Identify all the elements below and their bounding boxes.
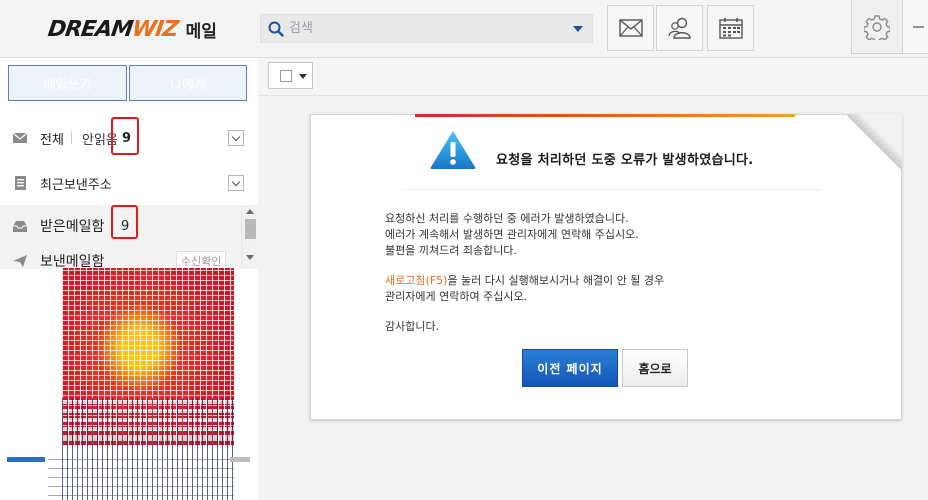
settings-button[interactable] bbox=[851, 0, 903, 54]
error-line: 요청하신 처리를 수행하던 중 에러가 발생하였습니다. bbox=[385, 212, 629, 225]
scroll-thumb[interactable] bbox=[245, 219, 256, 239]
warning-icon bbox=[430, 131, 476, 169]
inbox-icon bbox=[13, 221, 27, 232]
banner-text-artifacts bbox=[48, 454, 234, 500]
sidebar-item-label: 받은메일함 bbox=[40, 219, 105, 235]
search-options-dropdown-icon[interactable] bbox=[573, 26, 583, 32]
scroll-up-arrow-icon[interactable] bbox=[246, 209, 254, 214]
home-button[interactable]: 홈으로 bbox=[622, 349, 688, 387]
corrupted-banner-image bbox=[48, 268, 234, 500]
logo-mail-label: 메일 bbox=[185, 21, 217, 42]
progress-bar-left bbox=[7, 457, 45, 462]
calendar-button[interactable] bbox=[707, 5, 754, 51]
send-icon bbox=[13, 255, 27, 267]
search-input[interactable] bbox=[289, 18, 559, 39]
more-menu-button[interactable] bbox=[902, 0, 928, 54]
sidebar-item-label: 보낸메일함 bbox=[40, 254, 105, 269]
expand-recent-chevron-icon[interactable] bbox=[228, 175, 244, 191]
envelope-icon bbox=[12, 132, 28, 143]
error-line: 에러가 계속해서 발생하면 관리자에게 연락해 주십시오. bbox=[385, 228, 639, 241]
more-icon bbox=[913, 25, 924, 28]
sidebar-item-recent-recipients[interactable]: 최근보낸주소 bbox=[0, 169, 258, 197]
thanks-text: 감사합니다. bbox=[385, 320, 440, 333]
sidebar-item-sent[interactable]: 보낸메일함 수신확인 bbox=[0, 247, 258, 269]
logo-brand: DREAMWIZ bbox=[46, 17, 179, 42]
write-to-me-button[interactable]: 나에게 bbox=[129, 65, 247, 101]
logo-brand-wiz: WIZ bbox=[130, 16, 180, 42]
error-message: 요청하신 처리를 수행하던 중 에러가 발생하였습니다. 에러가 계속해서 발생… bbox=[385, 211, 664, 335]
calendar-icon bbox=[718, 18, 743, 39]
contacts-button[interactable] bbox=[656, 5, 703, 51]
mail-icon bbox=[618, 19, 643, 37]
error-dialog: 요청을 처리하던 도중 오류가 발생하였습니다. 요청하신 처리를 수행하던 중… bbox=[310, 114, 902, 420]
error-line: 불편을 끼쳐드려 죄송합니다. bbox=[385, 244, 517, 257]
progress-bar-right bbox=[230, 457, 250, 462]
highlight-inbox-count bbox=[111, 205, 138, 239]
document-list-icon bbox=[15, 176, 26, 190]
sidebar-item-label: 최근보낸주소 bbox=[40, 177, 112, 193]
error-divider bbox=[401, 189, 821, 190]
mail-toolbar bbox=[258, 58, 928, 96]
gear-icon bbox=[864, 14, 890, 40]
select-all-checkbox[interactable] bbox=[280, 70, 292, 82]
main-content: 요청을 처리하던 도중 오류가 발생하였습니다. 요청하신 처리를 수행하던 중… bbox=[258, 58, 928, 500]
sidebar-item-label: 전체 bbox=[40, 132, 64, 148]
expand-all-chevron-icon[interactable] bbox=[228, 130, 244, 146]
mail-button[interactable] bbox=[607, 5, 654, 51]
refresh-link[interactable]: 새로고침(F5) bbox=[385, 274, 447, 287]
sidebar-scrollbar[interactable] bbox=[241, 205, 258, 269]
dreamwiz-mail-logo[interactable]: DREAMWIZ 메일 bbox=[46, 14, 217, 44]
highlight-unread-count bbox=[111, 117, 139, 155]
error-title: 요청을 처리하던 도중 오류가 발생하였습니다. bbox=[496, 153, 754, 168]
select-all-dropdown[interactable] bbox=[268, 62, 313, 89]
error-line: 관리자에게 연락하여 주십시오. bbox=[385, 290, 528, 303]
error-line: 새로고침(F5)을 눌러 다시 실행해보시거나 해결이 안 될 경우 bbox=[385, 273, 664, 289]
compose-button[interactable]: 메일쓰기 bbox=[8, 65, 127, 101]
contacts-icon bbox=[667, 17, 691, 39]
scroll-down-arrow-icon[interactable] bbox=[246, 255, 254, 260]
error-accent-stripe bbox=[415, 114, 795, 117]
previous-page-button[interactable]: 이전 페이지 bbox=[522, 349, 618, 387]
divider bbox=[71, 131, 72, 144]
chevron-down-icon[interactable] bbox=[299, 74, 307, 79]
page-curl-decoration bbox=[846, 114, 902, 170]
logo-brand-dream: DREAM bbox=[46, 16, 134, 42]
error-line-rest: 을 눌러 다시 실행해보시거나 해결이 안 될 경우 bbox=[447, 274, 665, 287]
search-bar[interactable] bbox=[260, 14, 593, 43]
read-receipt-button[interactable]: 수신확인 bbox=[176, 251, 227, 269]
search-icon[interactable] bbox=[267, 20, 285, 38]
top-bar: DREAMWIZ 메일 bbox=[0, 0, 928, 58]
